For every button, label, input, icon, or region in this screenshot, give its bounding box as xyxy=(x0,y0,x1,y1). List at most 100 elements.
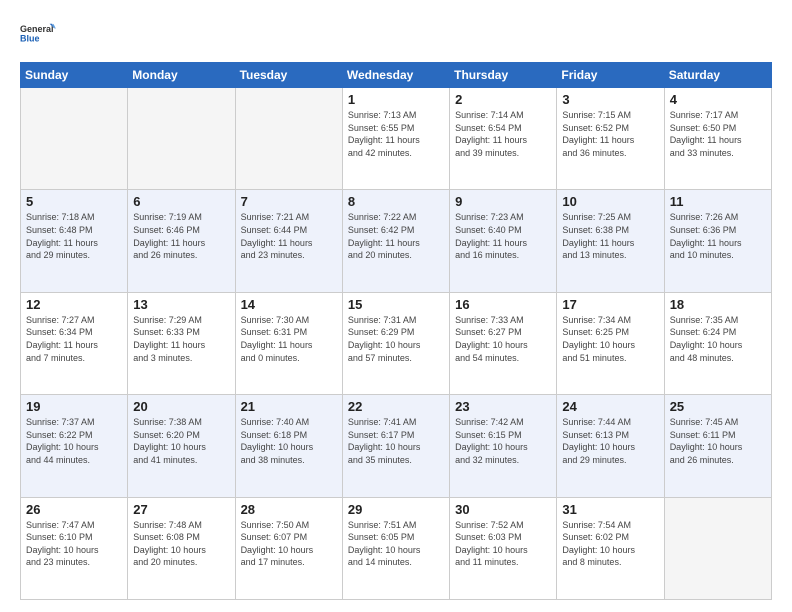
day-number: 28 xyxy=(241,502,337,517)
day-info: Sunrise: 7:40 AM Sunset: 6:18 PM Dayligh… xyxy=(241,416,337,466)
calendar-cell: 4 Sunrise: 7:17 AM Sunset: 6:50 PM Daylig… xyxy=(664,88,771,190)
calendar-cell: 26 Sunrise: 7:47 AM Sunset: 6:10 PM Dayli… xyxy=(21,497,128,599)
week-row-1: 1Sunrise: 7:13 AM Sunset: 6:55 PM Daylig… xyxy=(21,88,772,190)
header: General Blue xyxy=(20,16,772,52)
weekday-saturday: Saturday xyxy=(664,63,771,88)
week-row-5: 26 Sunrise: 7:47 AM Sunset: 6:10 PM Dayli… xyxy=(21,497,772,599)
day-info: Sunrise: 7:17 AM Sunset: 6:50 PM Dayligh… xyxy=(670,109,766,159)
day-info: Sunrise: 7:42 AM Sunset: 6:15 PM Dayligh… xyxy=(455,416,551,466)
day-number: 8 xyxy=(348,194,444,209)
week-row-4: 19 Sunrise: 7:37 AM Sunset: 6:22 PM Dayli… xyxy=(21,395,772,497)
day-number: 20 xyxy=(133,399,229,414)
weekday-tuesday: Tuesday xyxy=(235,63,342,88)
day-number: 7 xyxy=(241,194,337,209)
calendar-cell: 10Sunrise: 7:25 AM Sunset: 6:38 PM Dayli… xyxy=(557,190,664,292)
day-number: 27 xyxy=(133,502,229,517)
day-number: 21 xyxy=(241,399,337,414)
weekday-thursday: Thursday xyxy=(450,63,557,88)
day-number: 31 xyxy=(562,502,658,517)
day-number: 12 xyxy=(26,297,122,312)
calendar-cell: 7Sunrise: 7:21 AM Sunset: 6:44 PM Daylig… xyxy=(235,190,342,292)
calendar-cell: 9 Sunrise: 7:23 AM Sunset: 6:40 PM Daylig… xyxy=(450,190,557,292)
day-info: Sunrise: 7:41 AM Sunset: 6:17 PM Dayligh… xyxy=(348,416,444,466)
svg-text:Blue: Blue xyxy=(20,34,40,44)
weekday-monday: Monday xyxy=(128,63,235,88)
day-info: Sunrise: 7:34 AM Sunset: 6:25 PM Dayligh… xyxy=(562,314,658,364)
day-info: Sunrise: 7:33 AM Sunset: 6:27 PM Dayligh… xyxy=(455,314,551,364)
calendar-cell: 12 Sunrise: 7:27 AM Sunset: 6:34 PM Dayli… xyxy=(21,292,128,394)
day-info: Sunrise: 7:44 AM Sunset: 6:13 PM Dayligh… xyxy=(562,416,658,466)
weekday-friday: Friday xyxy=(557,63,664,88)
day-info: Sunrise: 7:37 AM Sunset: 6:22 PM Dayligh… xyxy=(26,416,122,466)
day-number: 30 xyxy=(455,502,551,517)
page: General Blue SundayMondayTuesdayWednesda… xyxy=(0,0,792,612)
day-number: 15 xyxy=(348,297,444,312)
day-info: Sunrise: 7:15 AM Sunset: 6:52 PM Dayligh… xyxy=(562,109,658,159)
calendar-cell: 31 Sunrise: 7:54 AM Sunset: 6:02 PM Dayli… xyxy=(557,497,664,599)
svg-text:General: General xyxy=(20,24,54,34)
calendar-cell: 5 Sunrise: 7:18 AM Sunset: 6:48 PM Daylig… xyxy=(21,190,128,292)
day-number: 19 xyxy=(26,399,122,414)
week-row-2: 5 Sunrise: 7:18 AM Sunset: 6:48 PM Daylig… xyxy=(21,190,772,292)
calendar-cell: 18 Sunrise: 7:35 AM Sunset: 6:24 PM Dayli… xyxy=(664,292,771,394)
calendar-cell: 13 Sunrise: 7:29 AM Sunset: 6:33 PM Dayli… xyxy=(128,292,235,394)
day-number: 5 xyxy=(26,194,122,209)
calendar-cell xyxy=(664,497,771,599)
calendar-cell xyxy=(128,88,235,190)
calendar-cell: 11 Sunrise: 7:26 AM Sunset: 6:36 PM Dayli… xyxy=(664,190,771,292)
weekday-wednesday: Wednesday xyxy=(342,63,449,88)
calendar-cell: 22Sunrise: 7:41 AM Sunset: 6:17 PM Dayli… xyxy=(342,395,449,497)
day-info: Sunrise: 7:48 AM Sunset: 6:08 PM Dayligh… xyxy=(133,519,229,569)
calendar-cell: 27 Sunrise: 7:48 AM Sunset: 6:08 PM Dayli… xyxy=(128,497,235,599)
day-number: 13 xyxy=(133,297,229,312)
calendar-cell: 21 Sunrise: 7:40 AM Sunset: 6:18 PM Dayli… xyxy=(235,395,342,497)
day-number: 11 xyxy=(670,194,766,209)
day-info: Sunrise: 7:38 AM Sunset: 6:20 PM Dayligh… xyxy=(133,416,229,466)
day-number: 6 xyxy=(133,194,229,209)
day-number: 3 xyxy=(562,92,658,107)
day-number: 9 xyxy=(455,194,551,209)
day-info: Sunrise: 7:35 AM Sunset: 6:24 PM Dayligh… xyxy=(670,314,766,364)
day-info: Sunrise: 7:22 AM Sunset: 6:42 PM Dayligh… xyxy=(348,211,444,261)
day-info: Sunrise: 7:26 AM Sunset: 6:36 PM Dayligh… xyxy=(670,211,766,261)
day-number: 4 xyxy=(670,92,766,107)
calendar-cell: 14Sunrise: 7:30 AM Sunset: 6:31 PM Dayli… xyxy=(235,292,342,394)
day-info: Sunrise: 7:52 AM Sunset: 6:03 PM Dayligh… xyxy=(455,519,551,569)
calendar-cell: 6 Sunrise: 7:19 AM Sunset: 6:46 PM Daylig… xyxy=(128,190,235,292)
day-info: Sunrise: 7:19 AM Sunset: 6:46 PM Dayligh… xyxy=(133,211,229,261)
day-info: Sunrise: 7:45 AM Sunset: 6:11 PM Dayligh… xyxy=(670,416,766,466)
calendar-cell: 1Sunrise: 7:13 AM Sunset: 6:55 PM Daylig… xyxy=(342,88,449,190)
day-number: 18 xyxy=(670,297,766,312)
day-info: Sunrise: 7:23 AM Sunset: 6:40 PM Dayligh… xyxy=(455,211,551,261)
day-info: Sunrise: 7:51 AM Sunset: 6:05 PM Dayligh… xyxy=(348,519,444,569)
day-info: Sunrise: 7:27 AM Sunset: 6:34 PM Dayligh… xyxy=(26,314,122,364)
calendar-cell: 30 Sunrise: 7:52 AM Sunset: 6:03 PM Dayli… xyxy=(450,497,557,599)
weekday-header-row: SundayMondayTuesdayWednesdayThursdayFrid… xyxy=(21,63,772,88)
calendar-cell: 15 Sunrise: 7:31 AM Sunset: 6:29 PM Dayli… xyxy=(342,292,449,394)
day-number: 24 xyxy=(562,399,658,414)
day-info: Sunrise: 7:31 AM Sunset: 6:29 PM Dayligh… xyxy=(348,314,444,364)
day-number: 17 xyxy=(562,297,658,312)
calendar-cell xyxy=(21,88,128,190)
day-number: 25 xyxy=(670,399,766,414)
day-info: Sunrise: 7:29 AM Sunset: 6:33 PM Dayligh… xyxy=(133,314,229,364)
day-info: Sunrise: 7:47 AM Sunset: 6:10 PM Dayligh… xyxy=(26,519,122,569)
day-info: Sunrise: 7:54 AM Sunset: 6:02 PM Dayligh… xyxy=(562,519,658,569)
calendar-cell: 20 Sunrise: 7:38 AM Sunset: 6:20 PM Dayli… xyxy=(128,395,235,497)
calendar-cell xyxy=(235,88,342,190)
day-number: 23 xyxy=(455,399,551,414)
weekday-sunday: Sunday xyxy=(21,63,128,88)
calendar-cell: 29 Sunrise: 7:51 AM Sunset: 6:05 PM Dayli… xyxy=(342,497,449,599)
calendar-cell: 8 Sunrise: 7:22 AM Sunset: 6:42 PM Daylig… xyxy=(342,190,449,292)
day-number: 1 xyxy=(348,92,444,107)
day-number: 2 xyxy=(455,92,551,107)
calendar-cell: 3 Sunrise: 7:15 AM Sunset: 6:52 PM Daylig… xyxy=(557,88,664,190)
calendar-table: SundayMondayTuesdayWednesdayThursdayFrid… xyxy=(20,62,772,600)
calendar-cell: 23 Sunrise: 7:42 AM Sunset: 6:15 PM Dayli… xyxy=(450,395,557,497)
day-info: Sunrise: 7:30 AM Sunset: 6:31 PM Dayligh… xyxy=(241,314,337,364)
day-info: Sunrise: 7:18 AM Sunset: 6:48 PM Dayligh… xyxy=(26,211,122,261)
day-number: 29 xyxy=(348,502,444,517)
calendar-cell: 16Sunrise: 7:33 AM Sunset: 6:27 PM Dayli… xyxy=(450,292,557,394)
calendar-cell: 19 Sunrise: 7:37 AM Sunset: 6:22 PM Dayli… xyxy=(21,395,128,497)
day-number: 26 xyxy=(26,502,122,517)
